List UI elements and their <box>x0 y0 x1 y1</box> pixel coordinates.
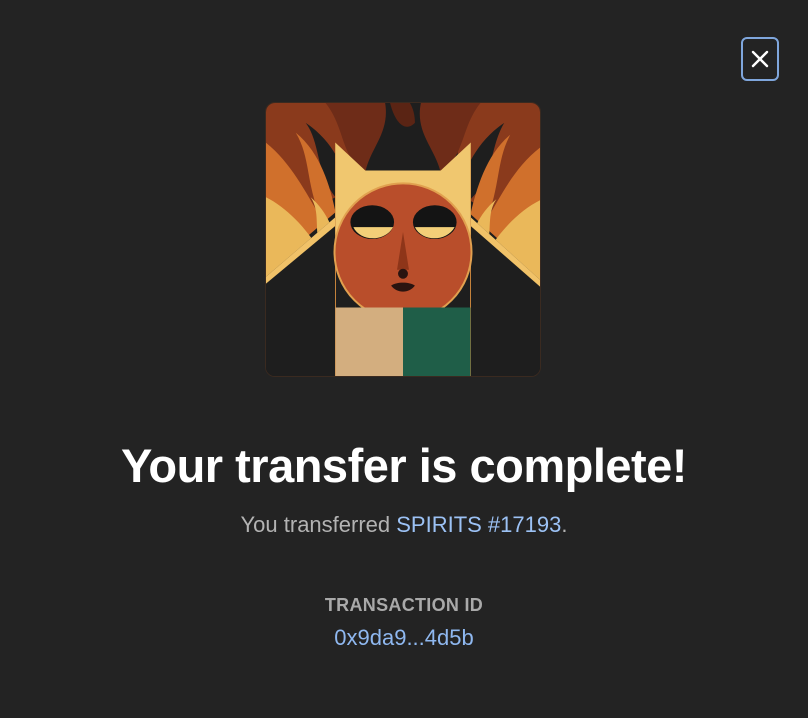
transfer-summary-prefix: You transferred <box>240 512 397 537</box>
nft-image <box>265 102 541 377</box>
close-icon <box>750 49 770 69</box>
transaction-id-link[interactable]: 0x9da9...4d5b <box>334 625 473 650</box>
nft-link[interactable]: SPIRITS #17193 <box>396 512 561 537</box>
close-button[interactable] <box>741 37 779 81</box>
transfer-summary: You transferred SPIRITS #17193. <box>0 511 808 539</box>
transaction-id-row: 0x9da9...4d5b <box>0 625 808 651</box>
transfer-summary-suffix: . <box>561 512 568 537</box>
transfer-complete-modal: Your transfer is complete! You transferr… <box>0 0 808 718</box>
page-title: Your transfer is complete! <box>121 439 687 492</box>
transaction-id-label: TRANSACTION ID <box>324 595 484 615</box>
